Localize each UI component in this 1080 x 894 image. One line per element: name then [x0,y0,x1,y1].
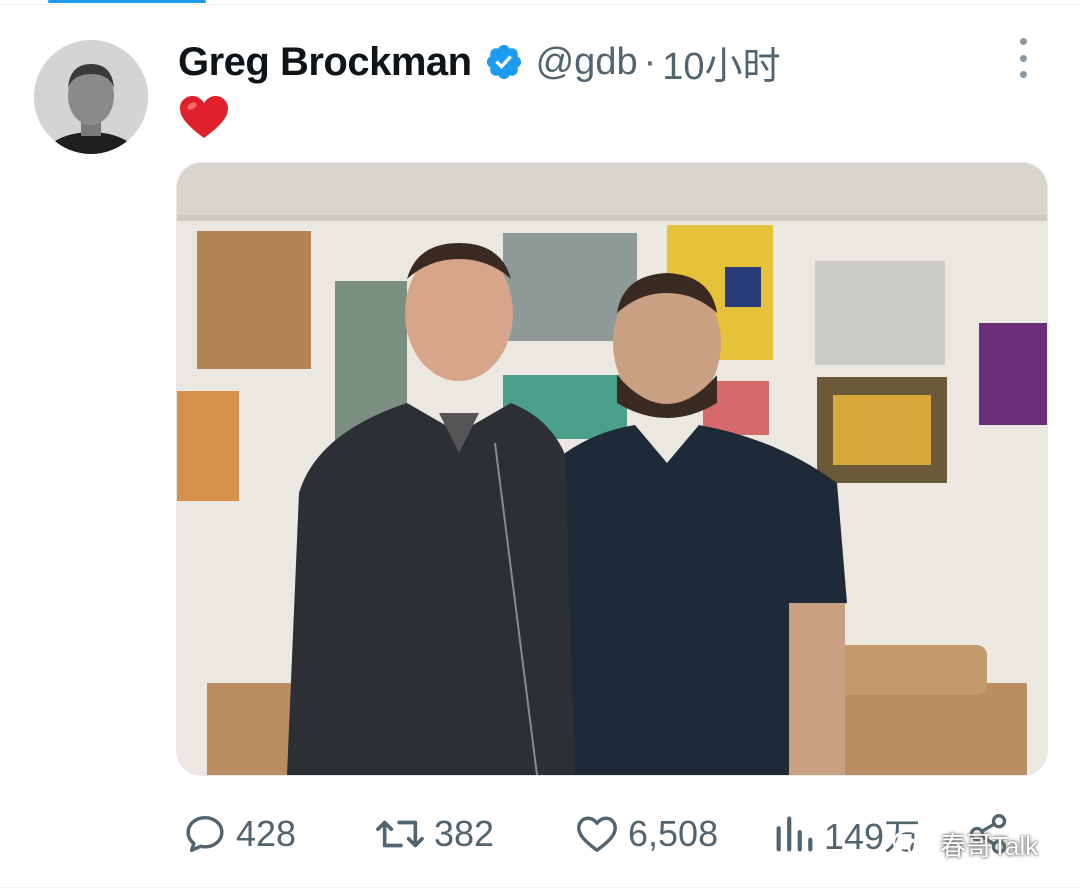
more-icon[interactable] [1010,38,1036,78]
verified-badge-icon [486,44,521,80]
reply-count: 428 [236,813,297,854]
views-icon [776,816,813,852]
active-tab-indicator [48,0,206,3]
reply-button[interactable]: 428 [182,806,296,862]
red-heart-emoji [180,96,228,138]
tweet-header: Greg Brockman @gdb · 10小时 [178,34,781,90]
retweet-button[interactable]: 382 [374,806,494,862]
retweet-icon [376,820,424,848]
tweet-media-photo[interactable] [176,162,1048,776]
author-handle[interactable]: @gdb [536,41,638,84]
timestamp[interactable]: 10小时 [662,35,780,90]
retweet-count: 382 [434,813,495,854]
watermark: 春哥Talk [892,826,1038,863]
divider [0,887,1080,888]
reply-icon [186,815,224,853]
watermark-label: 春哥Talk [940,831,1039,861]
like-count: 6,508 [628,813,719,854]
divider [0,4,1080,5]
like-button[interactable]: 6,508 [574,806,718,862]
author-name[interactable]: Greg Brockman [178,40,472,85]
avatar[interactable] [34,40,148,154]
separator: · [643,40,657,83]
avatar-image [34,40,148,154]
like-icon [577,816,617,853]
wechat-icon [892,829,933,858]
photo-illustration [177,163,1047,775]
